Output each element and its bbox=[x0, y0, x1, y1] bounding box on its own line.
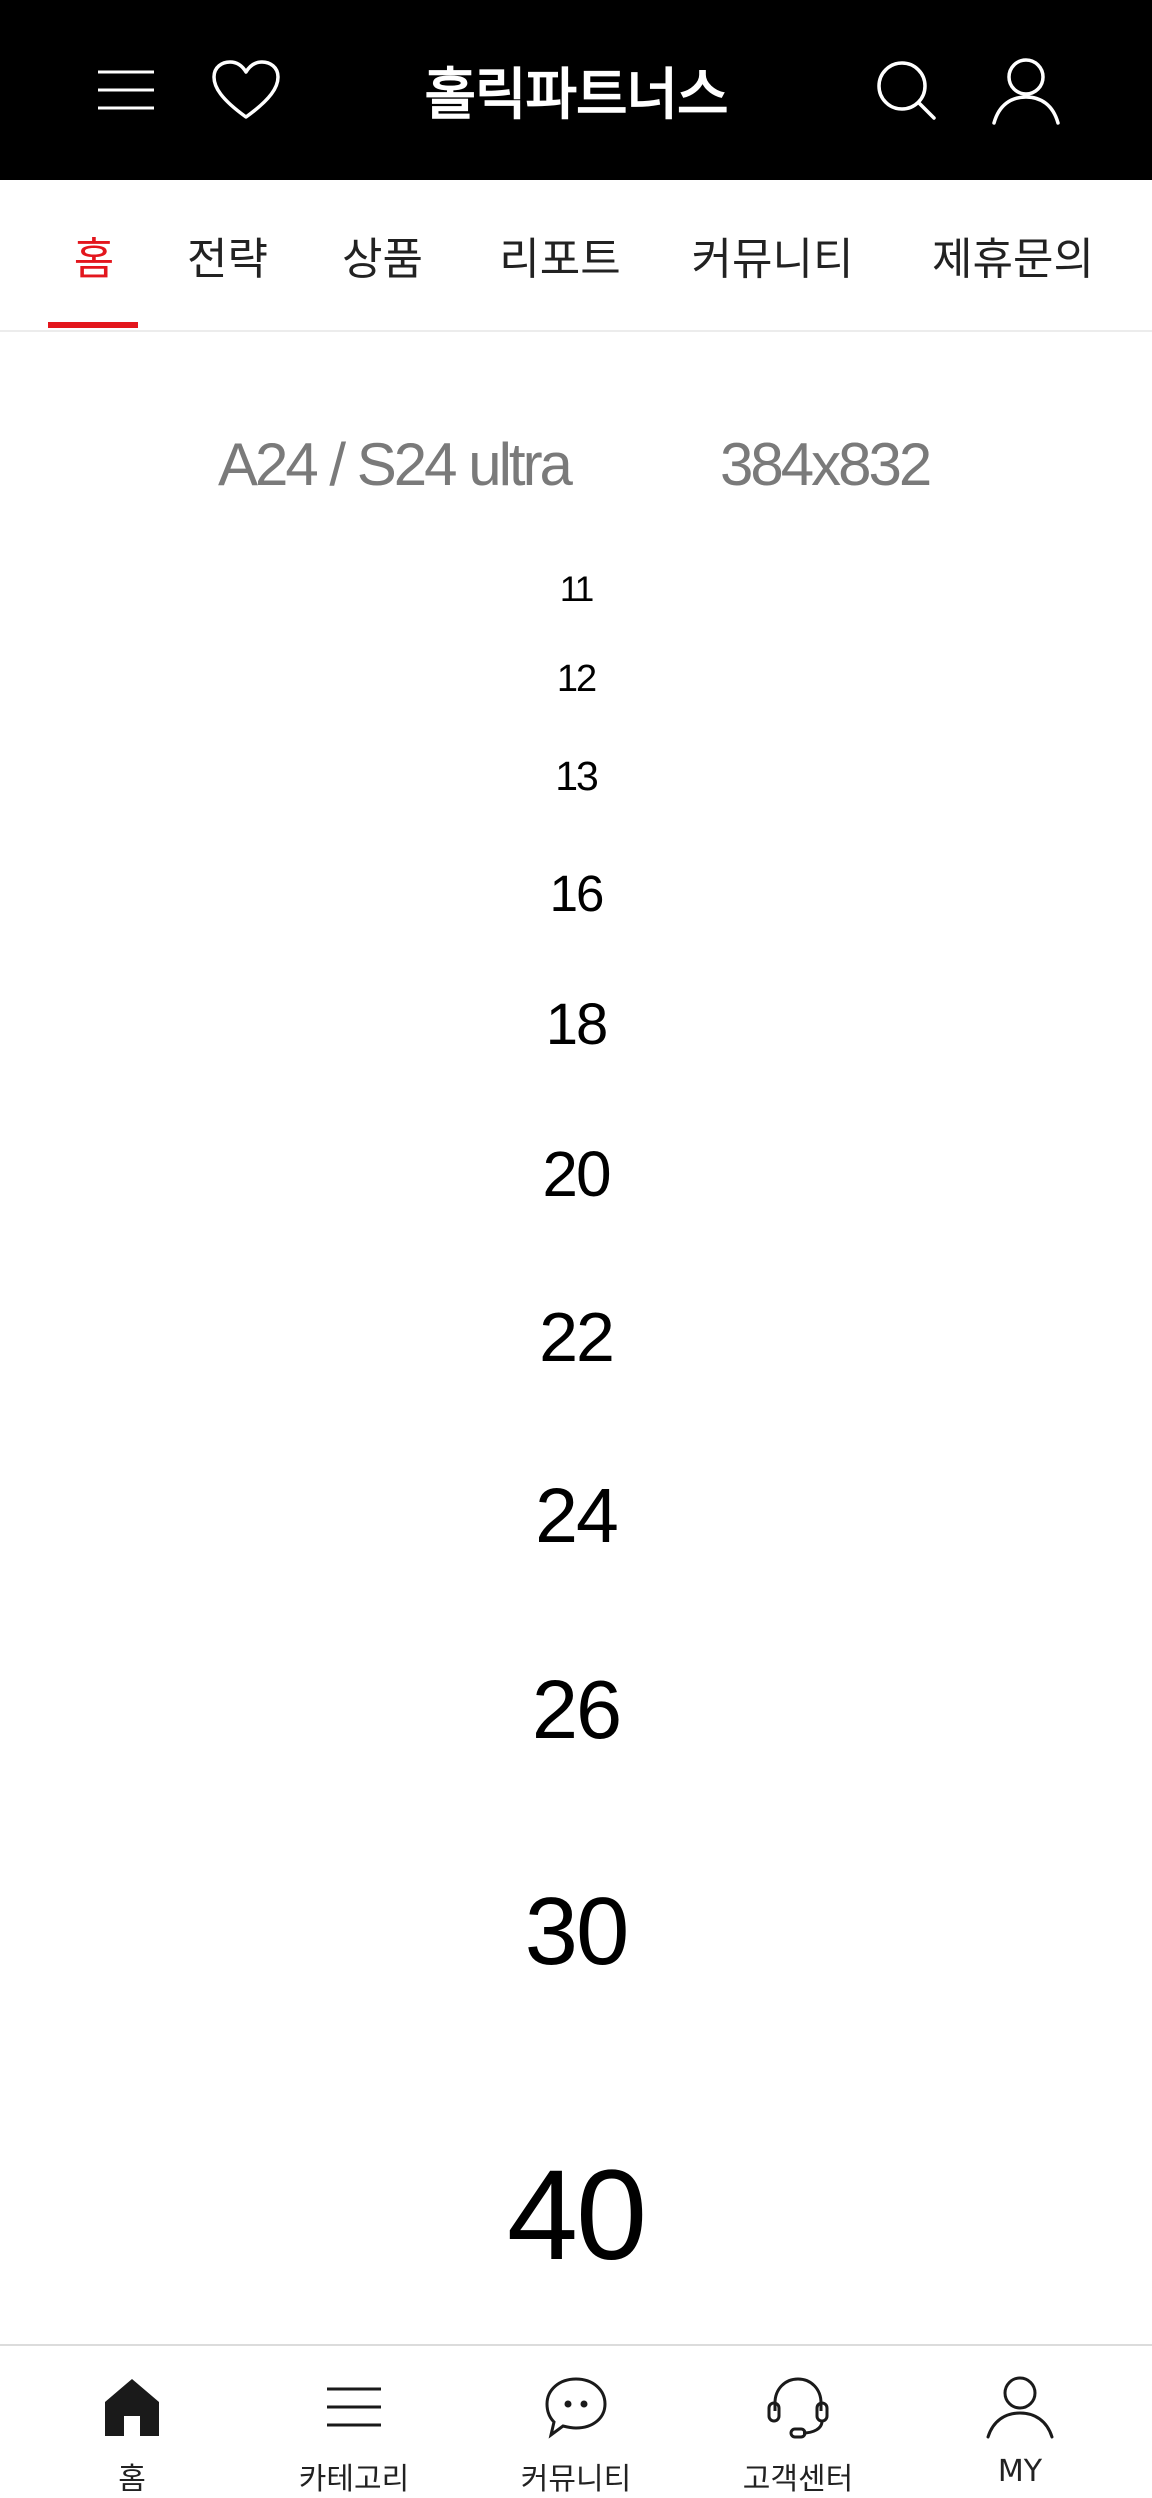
nav-category[interactable]: 카테고리 bbox=[244, 2346, 464, 2498]
nav-customer-center-label: 고객센터 bbox=[742, 2462, 854, 2497]
tab-strategy[interactable]: 전략 bbox=[170, 180, 285, 330]
category-tabs: 홈 전략 상품 리포트 커뮤니티 제휴문의 bbox=[0, 180, 1152, 332]
font-sample-12: 12 bbox=[556, 658, 597, 700]
font-sample-40: 40 bbox=[506, 2144, 647, 2287]
tab-products[interactable]: 상품 bbox=[325, 180, 440, 330]
user-icon[interactable] bbox=[986, 50, 1066, 130]
chat-bubble-icon bbox=[541, 2372, 611, 2442]
nav-home[interactable]: 홈 bbox=[22, 2346, 242, 2498]
nav-category-label: 카테고리 bbox=[298, 2462, 410, 2497]
font-sample-18: 18 bbox=[545, 992, 609, 1057]
nav-home-label: 홈 bbox=[118, 2462, 146, 2497]
tab-partnership[interactable]: 제휴문의 bbox=[918, 180, 1108, 330]
font-sample-30: 30 bbox=[524, 1878, 630, 1985]
font-sample-20: 20 bbox=[542, 1138, 611, 1210]
device-resolution: 384x832 bbox=[720, 431, 932, 498]
app-header: 홀릭파트너스 bbox=[0, 0, 1152, 180]
tab-home[interactable]: 홈 bbox=[44, 180, 144, 330]
active-tab-indicator bbox=[48, 322, 138, 328]
font-sample-22: 22 bbox=[539, 1298, 615, 1376]
search-icon[interactable] bbox=[866, 50, 946, 130]
nav-community[interactable]: 커뮤니티 bbox=[466, 2346, 686, 2498]
bottom-navigation: 홈 카테고리 커뮤니티 고객센터 MY bbox=[0, 2344, 1152, 2498]
user-icon bbox=[985, 2372, 1055, 2442]
tab-community[interactable]: 커뮤니티 bbox=[680, 180, 865, 330]
font-sample-24: 24 bbox=[535, 1473, 619, 1559]
nav-community-label: 커뮤니티 bbox=[520, 2462, 632, 2497]
nav-customer-center[interactable]: 고객센터 bbox=[688, 2346, 908, 2498]
headset-icon bbox=[763, 2372, 833, 2442]
category-menu-icon bbox=[319, 2372, 389, 2442]
font-sample-13: 13 bbox=[555, 753, 599, 799]
app-title: 홀릭파트너스 bbox=[424, 62, 728, 128]
font-sample-16: 16 bbox=[549, 865, 605, 922]
font-sample-11: 11 bbox=[559, 570, 594, 609]
font-sample-26: 26 bbox=[531, 1663, 622, 1756]
tab-report[interactable]: 리포트 bbox=[490, 180, 630, 330]
home-icon bbox=[97, 2372, 167, 2442]
nav-my[interactable]: MY bbox=[910, 2346, 1130, 2498]
device-model: A24 / S24 ultra bbox=[218, 431, 573, 498]
nav-my-label: MY bbox=[997, 2454, 1043, 2489]
